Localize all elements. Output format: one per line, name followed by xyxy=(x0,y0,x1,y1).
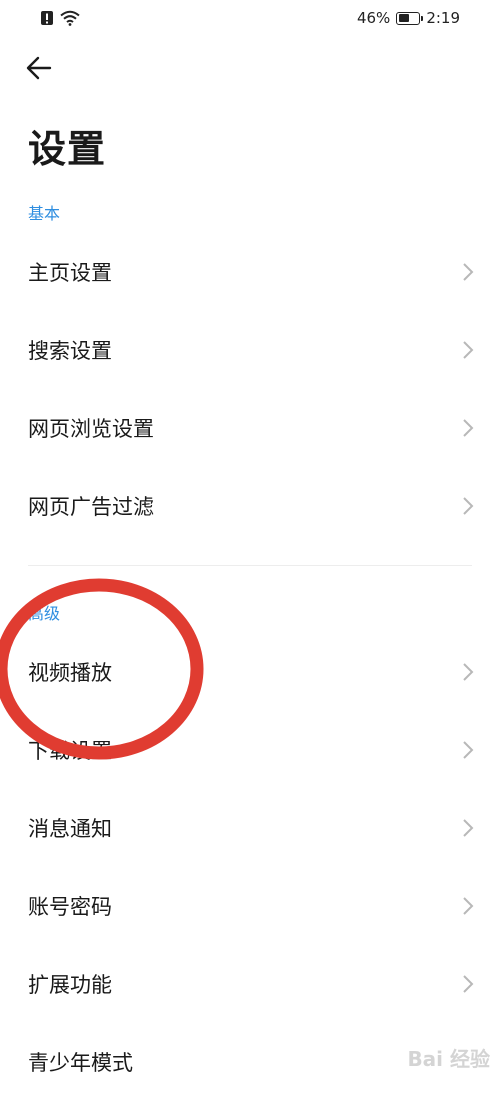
menu-item-label: 消息通知 xyxy=(28,817,112,841)
battery-percent: 46% xyxy=(356,9,391,27)
menu-item-search-settings[interactable]: 搜索设置 xyxy=(0,318,500,382)
wifi-icon xyxy=(60,10,80,26)
menu-item-extensions[interactable]: 扩展功能 xyxy=(0,952,500,1016)
page-title: 设置 xyxy=(28,127,107,171)
status-left xyxy=(40,10,80,26)
menu-item-label: 搜索设置 xyxy=(28,339,112,363)
chevron-right-icon xyxy=(463,419,474,437)
chevron-right-icon xyxy=(463,497,474,515)
menu-item-download-settings[interactable]: 下载设置 xyxy=(0,718,500,782)
back-button[interactable] xyxy=(22,50,58,86)
menu-item-label: 青少年模式 xyxy=(28,1051,133,1075)
alert-icon xyxy=(41,11,53,25)
chevron-right-icon xyxy=(463,897,474,915)
menu-item-label: 账号密码 xyxy=(28,895,112,919)
battery-icon xyxy=(396,11,424,25)
status-bar: 46% 2:19 xyxy=(0,0,500,40)
chevron-right-icon xyxy=(463,341,474,359)
section-divider xyxy=(28,565,472,566)
menu-item-ad-filter[interactable]: 网页广告过滤 xyxy=(0,474,500,538)
arrow-left-icon xyxy=(26,56,52,80)
menu-item-label: 下载设置 xyxy=(28,739,112,763)
menu-item-label: 网页广告过滤 xyxy=(28,495,154,519)
menu-item-label: 主页设置 xyxy=(28,261,112,285)
battery-level xyxy=(398,14,409,22)
chevron-right-icon xyxy=(463,663,474,681)
menu-item-video-playback[interactable]: 视频播放 xyxy=(0,640,500,704)
chevron-right-icon xyxy=(463,263,474,281)
menu-item-accounts-passwords[interactable]: 账号密码 xyxy=(0,874,500,938)
watermark-logo: Bai 经验 xyxy=(407,1047,490,1071)
section-label-advanced: 高级 xyxy=(28,604,61,623)
menu-item-browsing-settings[interactable]: 网页浏览设置 xyxy=(0,396,500,460)
menu-item-homepage-settings[interactable]: 主页设置 xyxy=(0,240,500,304)
chevron-right-icon xyxy=(463,819,474,837)
status-time: 2:19 xyxy=(426,9,460,27)
chevron-right-icon xyxy=(463,741,474,759)
status-right: 46% 2:19 xyxy=(357,9,460,27)
menu-item-label: 扩展功能 xyxy=(28,973,112,997)
menu-item-label: 网页浏览设置 xyxy=(28,417,154,441)
menu-item-notifications[interactable]: 消息通知 xyxy=(0,796,500,860)
menu-item-label: 视频播放 xyxy=(28,661,112,685)
section-label-basic: 基本 xyxy=(28,204,61,223)
chevron-right-icon xyxy=(463,975,474,993)
